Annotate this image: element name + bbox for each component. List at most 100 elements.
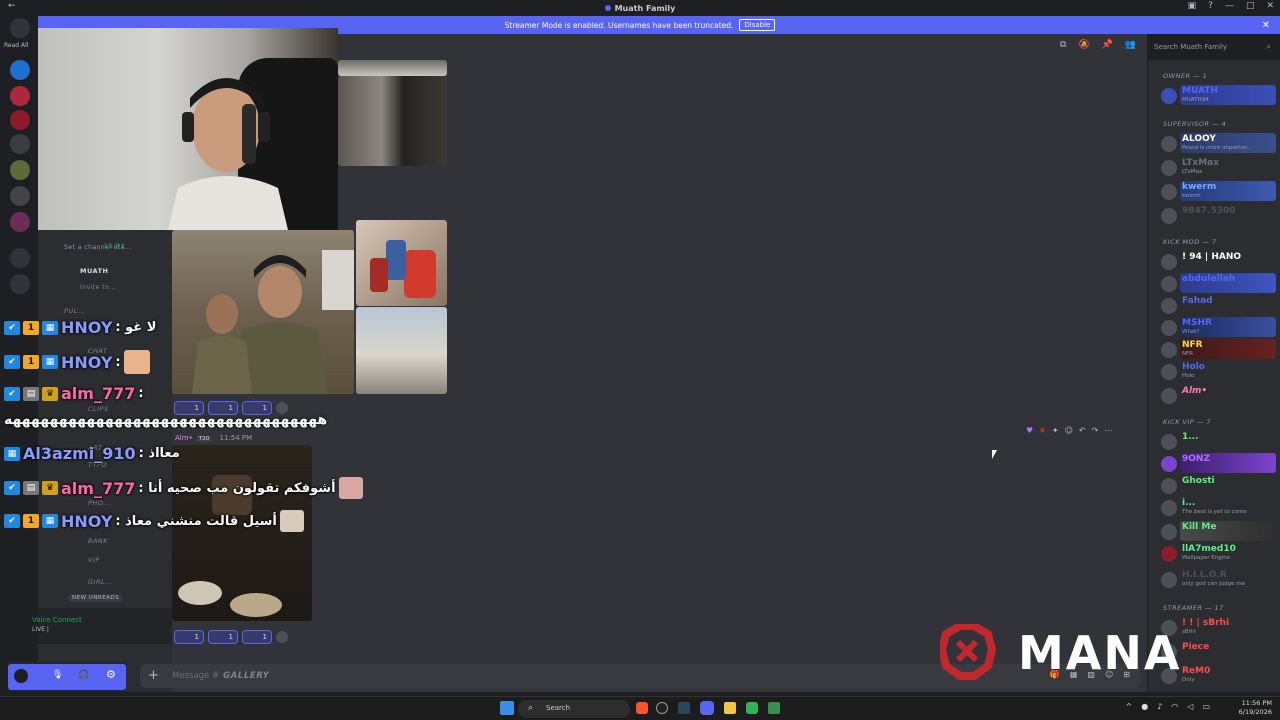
channel-item[interactable]: PHO... <box>88 499 111 507</box>
overlay-username: HNOY <box>61 352 113 372</box>
new-unreads-pill[interactable]: NEW UNREADS <box>68 594 124 602</box>
channel-item[interactable]: GIRL... <box>88 578 113 586</box>
disable-button[interactable]: Disable <box>739 19 776 31</box>
member-item[interactable]: kwerm kwerm <box>1154 180 1278 202</box>
server-icon[interactable] <box>10 212 30 232</box>
member-item[interactable]: Ghosti <box>1154 474 1278 496</box>
member-item[interactable]: Fahad <box>1154 294 1278 316</box>
file-explorer-icon[interactable] <box>724 702 736 714</box>
member-item[interactable]: MUATH MUATH94 <box>1154 84 1278 106</box>
attach-plus-icon[interactable]: + <box>148 668 159 683</box>
discord-home-icon[interactable] <box>10 18 30 38</box>
og-badge-icon: ▦ <box>4 446 20 461</box>
member-item[interactable]: ! 94 | HANO <box>1154 250 1278 272</box>
clock[interactable]: 11:56 PM 6/19/2026 <box>1239 699 1272 717</box>
member-item[interactable]: i... The best is yet to come <box>1154 496 1278 518</box>
channel-item[interactable]: BANK <box>88 537 108 545</box>
taskbar-search[interactable]: ⌕ Search <box>518 700 630 718</box>
voice-timer: 55:02 <box>104 242 126 250</box>
maximize-button[interactable]: □ <box>1246 1 1255 11</box>
volume-icon[interactable]: ◁ <box>1187 702 1193 711</box>
avatar[interactable] <box>14 669 28 683</box>
search-icon: ⌕ <box>1266 42 1271 51</box>
member-item[interactable]: 9ONZ <box>1154 452 1278 474</box>
channel-item[interactable]: VIP <box>88 556 100 564</box>
add-reaction-icon[interactable] <box>276 631 288 643</box>
add-reaction-icon[interactable]: ☺ <box>1065 426 1073 435</box>
brave-icon[interactable] <box>636 702 648 714</box>
members-icon[interactable]: 👥 <box>1125 40 1136 50</box>
gallery-image[interactable] <box>172 445 312 621</box>
mic-icon[interactable]: ♪ <box>1157 702 1162 711</box>
reply-icon[interactable]: ↶ <box>1079 426 1086 435</box>
voice-user[interactable]: MUATH <box>80 267 108 275</box>
whatsapp-icon[interactable] <box>746 702 758 714</box>
steam-icon[interactable] <box>678 702 690 714</box>
gallery-image[interactable] <box>172 230 354 394</box>
invite-link[interactable]: Invite to... <box>80 284 116 291</box>
clock-time: 11:56 PM <box>1241 699 1272 707</box>
search-input[interactable]: Search Muath Family ⌕ <box>1150 40 1276 56</box>
member-item[interactable]: LTxMax LTxMax <box>1154 156 1278 178</box>
member-group-header: OWNER — 1 <box>1163 72 1208 80</box>
message-author[interactable]: Alm• <box>175 434 193 442</box>
gallery-image[interactable] <box>356 220 447 306</box>
reaction-chip[interactable]: 1 <box>242 630 272 644</box>
wifi-icon[interactable]: ◠ <box>1171 702 1178 711</box>
reaction-icon[interactable]: ✸ <box>1039 426 1046 435</box>
member-item[interactable]: Kill Me <box>1154 520 1278 542</box>
server-icon <box>604 5 611 11</box>
server-icon[interactable] <box>10 60 30 80</box>
reaction-chip[interactable]: 1 <box>174 630 204 644</box>
member-item[interactable]: Holo Holo <box>1154 360 1278 382</box>
gallery-image[interactable] <box>338 60 447 76</box>
add-server-icon[interactable] <box>10 248 30 268</box>
help-icon[interactable]: ? <box>1208 1 1213 11</box>
voice-connected-label[interactable]: Voice Connect <box>32 616 82 624</box>
gallery-image[interactable] <box>356 307 447 394</box>
member-item[interactable]: abdulellah <box>1154 272 1278 294</box>
server-icon[interactable] <box>10 186 30 206</box>
member-item[interactable]: Alm• <box>1154 384 1278 406</box>
battery-icon[interactable]: ▭ <box>1202 702 1210 711</box>
close-button[interactable]: ✕ <box>1266 1 1274 11</box>
threads-icon[interactable]: ⧉ <box>1060 40 1066 50</box>
pin-icon[interactable]: 📌 <box>1102 40 1113 50</box>
app-icon[interactable] <box>768 702 780 714</box>
start-icon[interactable] <box>500 701 514 715</box>
member-item[interactable]: 1... <box>1154 430 1278 452</box>
mute-icon[interactable]: 🔕 <box>1078 40 1089 50</box>
super-reaction-icon[interactable]: ✦ <box>1052 426 1059 435</box>
headphones-icon[interactable]: 🎧 <box>78 670 89 680</box>
member-item[interactable]: 9847.5300 <box>1154 204 1278 226</box>
server-icon[interactable] <box>10 110 30 130</box>
discord-taskbar-icon[interactable] <box>700 701 714 715</box>
server-icon[interactable] <box>10 160 30 180</box>
member-item[interactable]: ALOOY Peace is more importan... <box>1154 132 1278 154</box>
mic-icon[interactable]: 🎙 <box>52 670 63 680</box>
inbox-icon[interactable]: ▣ <box>1188 1 1197 11</box>
voice-channel-name[interactable]: LIVE | <box>32 626 49 633</box>
close-icon[interactable]: ✕ <box>1262 20 1270 31</box>
chevron-up-icon[interactable]: ^ <box>1126 702 1133 711</box>
minimize-button[interactable]: — <box>1225 1 1234 11</box>
obs-icon[interactable] <box>656 702 668 714</box>
member-item[interactable]: H.I.L.O.R only god can judge me <box>1154 568 1278 590</box>
member-item[interactable]: NFR NFR <box>1154 338 1278 360</box>
member-item[interactable]: llA7med10 Wallpaper Engine <box>1154 542 1278 564</box>
member-item[interactable]: MSHR What? <box>1154 316 1278 338</box>
server-icon[interactable] <box>10 134 30 154</box>
discover-icon[interactable] <box>10 274 30 294</box>
more-icon[interactable]: ⋯ <box>1104 426 1112 435</box>
overlay-username: HNOY <box>61 318 113 337</box>
back-arrow-icon[interactable]: ← <box>8 1 16 11</box>
forward-icon[interactable]: ↷ <box>1092 426 1099 435</box>
tray-app-icon[interactable]: ● <box>1141 702 1148 711</box>
heart-icon[interactable]: ♥ <box>1026 426 1033 435</box>
channel-item[interactable]: PUL... <box>64 307 86 315</box>
reaction-chip[interactable]: 1 <box>208 630 238 644</box>
settings-gear-icon[interactable]: ⚙ <box>106 668 116 681</box>
server-icon[interactable] <box>10 86 30 106</box>
gallery-image[interactable] <box>338 76 447 166</box>
read-all-link[interactable]: Read All <box>4 42 28 49</box>
